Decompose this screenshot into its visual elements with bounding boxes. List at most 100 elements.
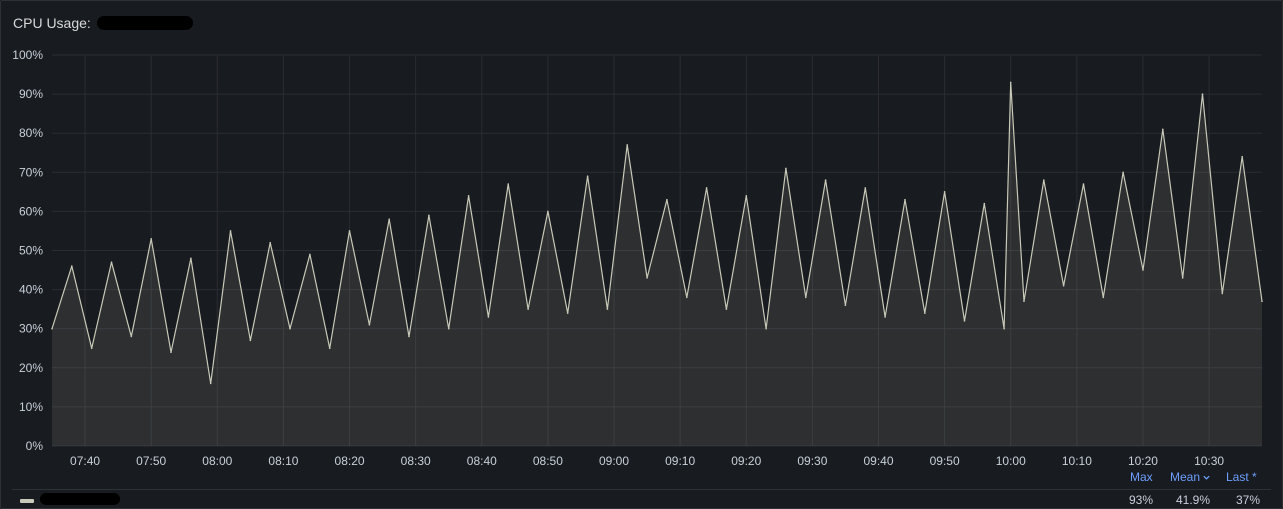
- data-point: [150, 238, 152, 240]
- x-tick-label: 09:40: [863, 454, 893, 468]
- data-point: [90, 347, 93, 350]
- data-point: [447, 327, 450, 330]
- data-point: [805, 296, 807, 299]
- data-point: [249, 339, 252, 342]
- data-point: [1102, 296, 1105, 299]
- data-point: [328, 347, 331, 350]
- data-point: [190, 257, 192, 260]
- legend-header-last-label: Last: [1226, 470, 1249, 484]
- data-point: [1009, 81, 1012, 84]
- data-point: [1162, 128, 1164, 131]
- legend-series-swatch[interactable]: [20, 499, 34, 503]
- legend-header-mean[interactable]: Mean: [1170, 470, 1211, 484]
- data-point: [71, 265, 73, 267]
- legend-header-last[interactable]: Last *: [1226, 470, 1257, 484]
- x-tick-label: 10:10: [1062, 454, 1092, 468]
- data-point: [507, 183, 510, 185]
- legend-value-mean: 41.9%: [1176, 493, 1211, 507]
- data-point: [1142, 269, 1144, 271]
- data-point: [864, 187, 867, 189]
- y-tick-label: 60%: [19, 204, 43, 218]
- data-point: [983, 202, 986, 205]
- data-point: [924, 312, 926, 314]
- x-tick-label: 08:10: [268, 454, 298, 468]
- data-point: [586, 175, 589, 177]
- data-point: [725, 308, 728, 310]
- y-tick-label: 40%: [19, 283, 43, 297]
- data-point: [1082, 183, 1085, 185]
- legend-header-mean-label: Mean: [1170, 470, 1201, 484]
- data-point: [904, 198, 906, 201]
- y-tick-label: 20%: [19, 361, 43, 375]
- chevron-down-icon: [1203, 476, 1210, 481]
- data-point: [130, 335, 133, 338]
- x-tick-label: 08:20: [335, 454, 365, 468]
- y-tick-label: 90%: [19, 87, 43, 101]
- x-tick-label: 09:20: [731, 454, 761, 468]
- x-tick-label: 09:50: [930, 454, 960, 468]
- data-point: [963, 320, 966, 322]
- data-point: [765, 327, 767, 330]
- data-point: [1062, 284, 1065, 287]
- data-point: [269, 241, 272, 244]
- x-tick-label: 09:00: [599, 454, 629, 468]
- x-tick-label: 08:50: [533, 454, 563, 468]
- y-tick-label: 70%: [19, 165, 43, 179]
- y-tick-label: 0%: [26, 439, 44, 453]
- x-tick-label: 07:40: [70, 454, 100, 468]
- data-point: [1261, 300, 1263, 303]
- data-point: [1003, 327, 1005, 330]
- x-tick-label: 10:30: [1194, 454, 1224, 468]
- data-point: [428, 214, 430, 217]
- y-tick-label: 100%: [12, 48, 43, 62]
- data-point: [51, 327, 53, 330]
- x-tick-label: 07:50: [136, 454, 166, 468]
- data-point: [1023, 300, 1025, 303]
- y-tick-label: 50%: [19, 244, 43, 258]
- x-tick-label: 09:30: [797, 454, 827, 468]
- data-point: [388, 218, 391, 220]
- data-point: [289, 327, 291, 330]
- x-tick-label: 10:00: [996, 454, 1026, 468]
- data-point: [110, 261, 113, 264]
- y-tick-label: 30%: [19, 322, 43, 336]
- data-point: [1201, 93, 1204, 95]
- data-point: [229, 230, 232, 232]
- y-tick-label: 10%: [19, 400, 43, 414]
- x-tick-label: 09:10: [665, 454, 695, 468]
- cpu-usage-chart: 0% 10% 20% 30% 40% 50% 60% 70% 80% 90% 100% 07:40 07…: [12, 48, 1263, 468]
- data-point: [1241, 155, 1243, 158]
- legend-value-last: 37%: [1236, 493, 1261, 507]
- x-tick-label: 10:20: [1128, 454, 1158, 468]
- data-point: [1043, 179, 1045, 181]
- data-point: [209, 382, 212, 385]
- data-point: [566, 312, 569, 314]
- data-point: [686, 296, 688, 299]
- data-point: [408, 335, 410, 338]
- data-point: [824, 179, 827, 181]
- data-point: [884, 316, 886, 318]
- data-point: [606, 308, 609, 310]
- legend-value-max: 93%: [1129, 493, 1154, 507]
- legend-divider: [12, 489, 1271, 490]
- x-tick-label: 08:00: [202, 454, 232, 468]
- data-point: [626, 144, 628, 146]
- data-point: [368, 324, 371, 326]
- data-point: [348, 230, 351, 232]
- legend-header-max[interactable]: Max: [1130, 470, 1153, 484]
- legend-series-name-redaction[interactable]: [40, 493, 120, 505]
- legend-last-marker: *: [1252, 470, 1257, 484]
- data-point: [1122, 171, 1124, 174]
- data-point: [487, 316, 490, 318]
- data-point: [646, 277, 648, 279]
- data-point: [666, 198, 668, 201]
- data-point: [844, 304, 847, 307]
- x-tick-label: 08:40: [467, 454, 497, 468]
- data-point: [1221, 292, 1224, 295]
- data-point: [527, 308, 529, 310]
- data-point: [170, 351, 172, 354]
- x-tick-label: 08:30: [401, 454, 431, 468]
- data-point: [309, 253, 311, 256]
- data-point: [785, 167, 787, 170]
- data-point: [547, 210, 549, 213]
